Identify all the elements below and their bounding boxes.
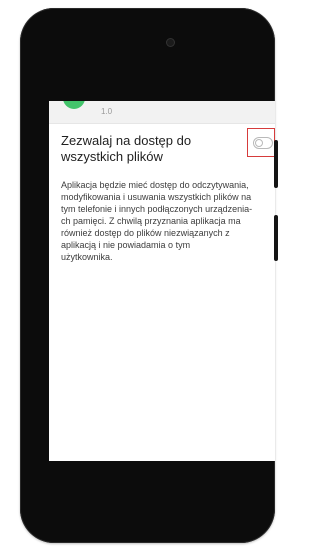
description-line: Aplikacja będzie mieć dostęp do odczytyw…: [61, 180, 249, 190]
volume-button: [274, 215, 278, 261]
description-line: użytkownika.: [61, 252, 113, 262]
all-files-access-toggle[interactable]: [253, 137, 273, 149]
phone-frame: 1.0 Zezwalaj na dostęp do wszystkich pli…: [20, 8, 275, 543]
description-line: aplikacją i nie powiadamia o tym: [61, 240, 191, 250]
power-button: [274, 140, 278, 188]
description-line: ch pamięci. Z chwilą przyznania aplikacj…: [61, 216, 241, 226]
app-icon: [63, 101, 85, 109]
description-line: modyfikowania i usuwania wszystkich plik…: [61, 192, 252, 202]
toggle-knob: [255, 139, 263, 147]
all-files-access-title: Zezwalaj na dostęp do wszystkich plików: [61, 133, 192, 164]
header-divider: [49, 123, 275, 124]
description-line: również dostęp do plików niezwiązanych z: [61, 228, 230, 238]
front-camera: [167, 39, 174, 46]
phone-screen: 1.0 Zezwalaj na dostęp do wszystkich pli…: [49, 101, 275, 461]
description-line: tym telefonie i innych podłączonych urzą…: [61, 204, 253, 214]
app-info-header: 1.0: [49, 101, 275, 123]
permission-description: Aplikacja będzie mieć dostęp do odczytyw…: [61, 179, 273, 263]
app-version: 1.0: [101, 107, 113, 116]
stage: 1.0 Zezwalaj na dostęp do wszystkich pli…: [0, 0, 300, 550]
